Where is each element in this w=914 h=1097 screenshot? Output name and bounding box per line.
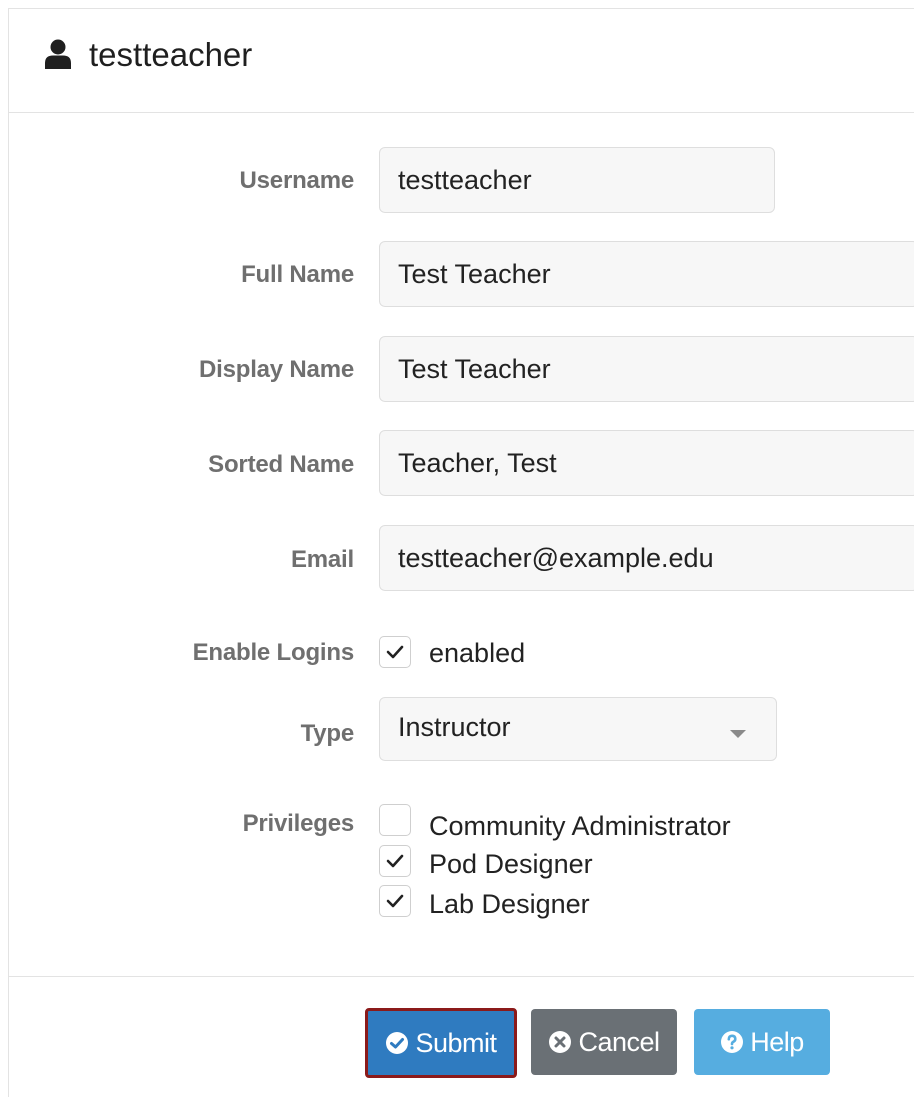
email-field[interactable] — [379, 525, 914, 591]
privilege-label: Community Administrator — [429, 811, 731, 841]
full-name-label: Full Name — [241, 261, 354, 288]
user-icon — [45, 39, 71, 69]
type-select-value: Instructor — [398, 712, 511, 742]
check-icon — [386, 854, 404, 868]
privileges-label: Privileges — [242, 810, 355, 837]
privilege-community-administrator-checkbox[interactable] — [379, 804, 411, 836]
check-icon — [386, 894, 404, 908]
submit-button[interactable]: Submit — [365, 1008, 517, 1078]
type-label: Type — [300, 720, 355, 747]
username-field[interactable] — [379, 147, 775, 213]
privilege-label: Pod Designer — [429, 849, 593, 879]
display-name-field[interactable] — [379, 336, 914, 402]
username-label: Username — [239, 167, 355, 194]
question-circle-icon — [720, 1030, 744, 1054]
x-circle-icon — [548, 1030, 572, 1054]
page-title: testteacher — [89, 36, 253, 73]
display-name-label: Display Name — [198, 356, 354, 383]
user-edit-panel: testteacher Username Full Name Display N… — [8, 8, 914, 1097]
enable-logins-option-label: enabled — [429, 638, 526, 668]
privilege-lab-designer-checkbox[interactable] — [379, 885, 411, 917]
help-button[interactable]: Help — [694, 1009, 830, 1075]
email-label: Email — [290, 546, 354, 573]
full-name-field[interactable] — [379, 241, 914, 307]
sorted-name-field[interactable] — [379, 430, 914, 496]
cancel-button[interactable]: Cancel — [531, 1009, 677, 1075]
submit-button-label: Submit — [415, 1027, 497, 1058]
help-button-label: Help — [750, 1026, 804, 1057]
privilege-pod-designer-checkbox[interactable] — [379, 845, 411, 877]
check-icon — [386, 645, 404, 659]
sorted-name-label: Sorted Name — [208, 451, 354, 478]
enable-logins-label: Enable Logins — [192, 639, 355, 666]
check-circle-icon — [385, 1031, 409, 1055]
privilege-label: Lab Designer — [429, 889, 590, 919]
cancel-button-label: Cancel — [578, 1026, 660, 1057]
chevron-down-icon — [730, 730, 746, 738]
enable-logins-checkbox[interactable] — [379, 636, 411, 668]
panel-header: testteacher — [9, 9, 914, 113]
type-select[interactable]: Instructor — [379, 697, 777, 761]
footer-divider — [9, 976, 914, 977]
